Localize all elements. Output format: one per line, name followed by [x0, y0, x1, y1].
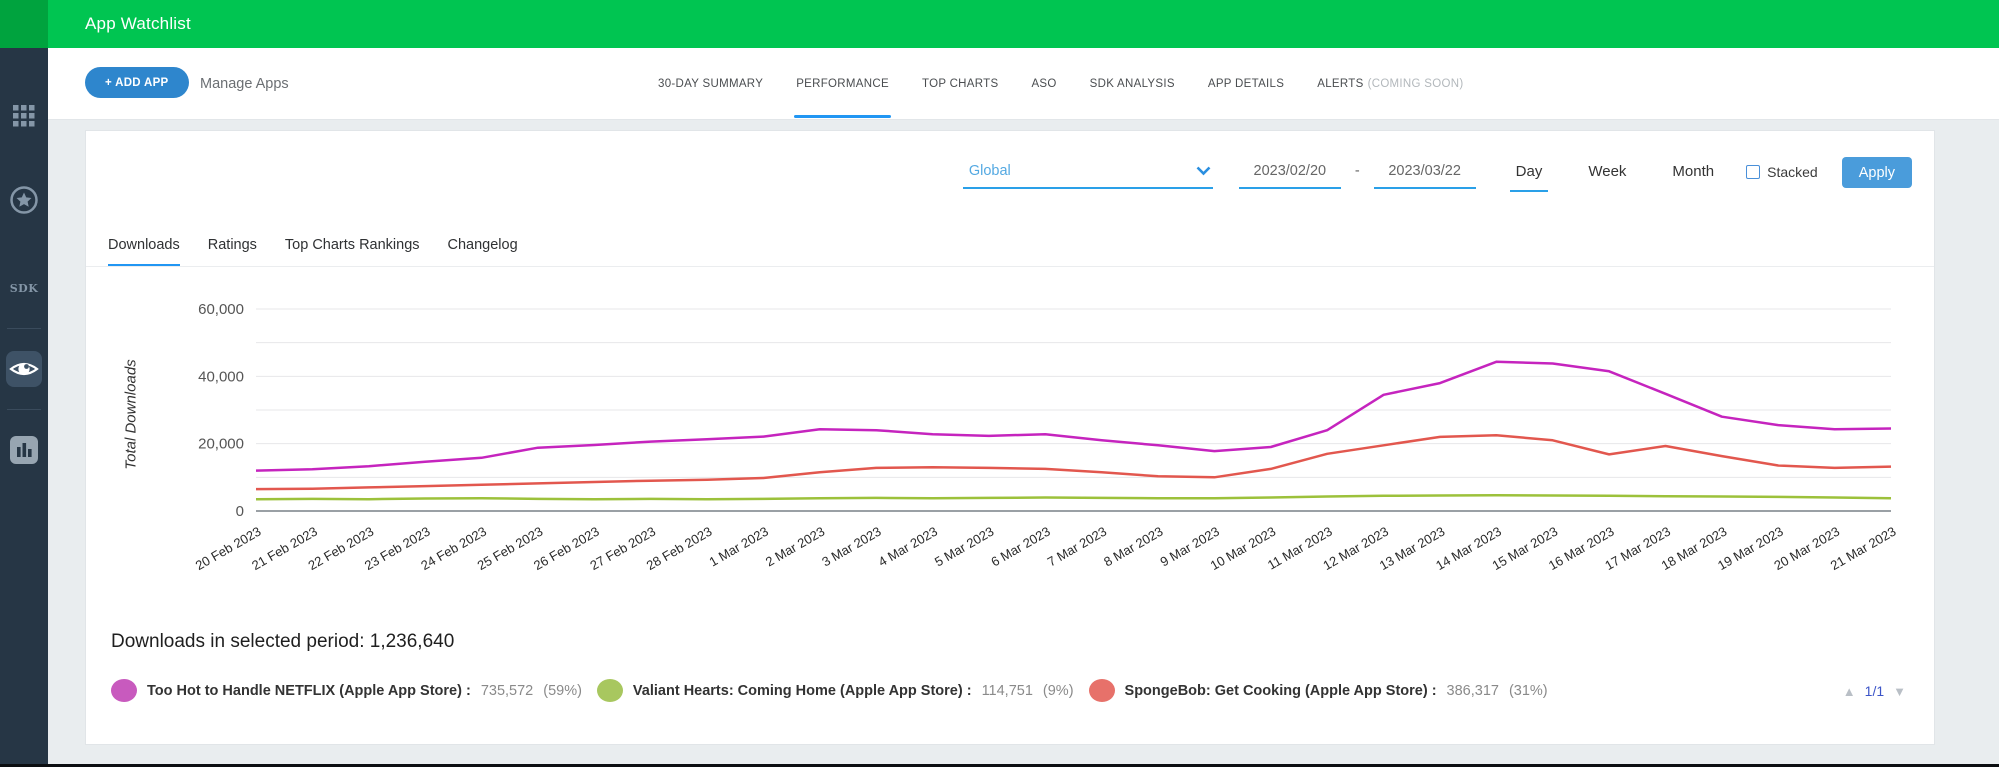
page-down-icon[interactable]: ▼: [1893, 684, 1906, 699]
legend-pagination: ▲ 1/1 ▼: [1843, 683, 1906, 699]
svg-text:0: 0: [236, 503, 244, 520]
tab-sdk-analysis[interactable]: SDK ANALYSIS: [1090, 48, 1175, 120]
chart-tab-ratings[interactable]: Ratings: [208, 233, 257, 266]
legend-value: 114,751: [981, 682, 1033, 699]
legend-item[interactable]: Too Hot to Handle NETFLIX (Apple App Sto…: [111, 679, 582, 702]
granularity-month[interactable]: Month: [1666, 157, 1720, 190]
star-circle-icon: [10, 186, 38, 214]
eye-icon: [9, 362, 39, 376]
sidebar-item-analytics[interactable]: [6, 432, 42, 468]
chart-tabs: Downloads Ratings Top Charts Rankings Ch…: [86, 233, 1934, 267]
svg-text:60,000: 60,000: [198, 301, 244, 318]
downloads-line-chart: 020,00040,00060,00020 Feb 202321 Feb 202…: [193, 301, 1899, 573]
granularity-day[interactable]: Day: [1509, 157, 1549, 192]
legend-value: 735,572: [480, 682, 534, 699]
grid-icon: [13, 105, 35, 127]
tab-alerts-label: ALERTS: [1317, 78, 1364, 90]
legend-item[interactable]: Valiant Hearts: Coming Home (Apple App S…: [596, 679, 1074, 702]
sidebar-item-sdk[interactable]: SDK: [6, 270, 42, 306]
sidebar-item-top-charts[interactable]: [6, 182, 42, 218]
svg-text:1 Mar 2023: 1 Mar 2023: [706, 524, 770, 570]
series-dot: [596, 679, 623, 702]
chart-tab-downloads[interactable]: Downloads: [108, 233, 180, 266]
svg-text:2 Mar 2023: 2 Mar 2023: [763, 524, 827, 570]
chart-tab-changelog[interactable]: Changelog: [448, 233, 518, 266]
app-header: App Watchlist: [0, 0, 1999, 48]
svg-text:8 Mar 2023: 8 Mar 2023: [1101, 524, 1165, 570]
sidebar-divider: [7, 328, 41, 329]
svg-text:3 Mar 2023: 3 Mar 2023: [819, 524, 883, 570]
svg-text:40,000: 40,000: [198, 368, 244, 385]
series-dot: [111, 679, 137, 702]
chart-legend: Too Hot to Handle NETFLIX (Apple App Sto…: [111, 679, 1784, 702]
performance-panel: Global 2023/02/20 - 2023/03/22 Day Week …: [85, 130, 1935, 745]
svg-text:4 Mar 2023: 4 Mar 2023: [876, 524, 940, 570]
tab-top-charts[interactable]: TOP CHARTS: [922, 48, 999, 120]
svg-text:5 Mar 2023: 5 Mar 2023: [932, 524, 996, 570]
page-title: App Watchlist: [85, 14, 191, 33]
sidebar-divider: [7, 409, 41, 410]
legend-name: Valiant Hearts: Coming Home (Apple App S…: [632, 682, 972, 699]
legend-percent: (59%): [543, 682, 582, 699]
svg-text:20,000: 20,000: [198, 436, 244, 453]
region-select[interactable]: Global: [962, 157, 1213, 189]
tab-performance[interactable]: PERFORMANCE: [794, 48, 891, 120]
granularity-week[interactable]: Week: [1582, 157, 1632, 190]
sidebar-item-apps-grid[interactable]: [6, 98, 42, 134]
logo-square: [0, 0, 48, 48]
toolbar: + ADD APP Manage Apps 30-DAY SUMMARY PER…: [48, 48, 1999, 120]
date-range-separator: -: [1354, 163, 1360, 179]
legend-item[interactable]: SpongeBob: Get Cooking (Apple App Store)…: [1088, 679, 1548, 702]
sidebar-item-watchlist[interactable]: [6, 351, 42, 387]
legend-name: Too Hot to Handle NETFLIX (Apple App Sto…: [147, 682, 471, 699]
chevron-down-icon: [1196, 166, 1211, 176]
add-app-button[interactable]: + ADD APP: [85, 67, 189, 98]
region-select-value: Global: [968, 163, 1011, 179]
sdk-icon: SDK: [9, 281, 39, 295]
date-from-input[interactable]: 2023/02/20: [1238, 157, 1341, 189]
page-indicator: 1/1: [1864, 683, 1885, 699]
stacked-label: Stacked: [1767, 164, 1818, 180]
date-to-input[interactable]: 2023/03/22: [1373, 157, 1476, 189]
coming-soon-suffix: (COMING SOON): [1367, 78, 1464, 90]
tab-alerts[interactable]: ALERTS (COMING SOON): [1317, 48, 1463, 120]
stacked-toggle[interactable]: Stacked: [1746, 157, 1818, 180]
sidebar: SDK: [0, 48, 48, 764]
tab-aso[interactable]: ASO: [1031, 48, 1056, 120]
bar-chart-icon: [10, 436, 38, 464]
chart-tab-top-charts-rankings[interactable]: Top Charts Rankings: [285, 233, 420, 266]
tab-app-details[interactable]: APP DETAILS: [1208, 48, 1284, 120]
tab-30-day-summary[interactable]: 30-DAY SUMMARY: [658, 48, 763, 120]
legend-value: 386,317: [1446, 682, 1499, 699]
period-summary: Downloads in selected period: 1,236,640: [111, 631, 455, 652]
legend-percent: (31%): [1508, 682, 1548, 699]
filter-row: Global 2023/02/20 - 2023/03/22 Day Week …: [962, 157, 1912, 192]
legend-name: SpongeBob: Get Cooking (Apple App Store)…: [1124, 682, 1437, 699]
legend-percent: (9%): [1042, 682, 1074, 699]
stacked-checkbox[interactable]: [1746, 165, 1761, 179]
top-tabs: 30-DAY SUMMARY PERFORMANCE TOP CHARTS AS…: [658, 48, 1463, 120]
svg-text:6 Mar 2023: 6 Mar 2023: [988, 524, 1052, 570]
series-dot: [1088, 679, 1115, 702]
apply-button[interactable]: Apply: [1841, 157, 1912, 188]
page-up-icon[interactable]: ▲: [1843, 684, 1856, 699]
manage-apps-link[interactable]: Manage Apps: [200, 48, 289, 120]
svg-text:7 Mar 2023: 7 Mar 2023: [1045, 524, 1109, 570]
